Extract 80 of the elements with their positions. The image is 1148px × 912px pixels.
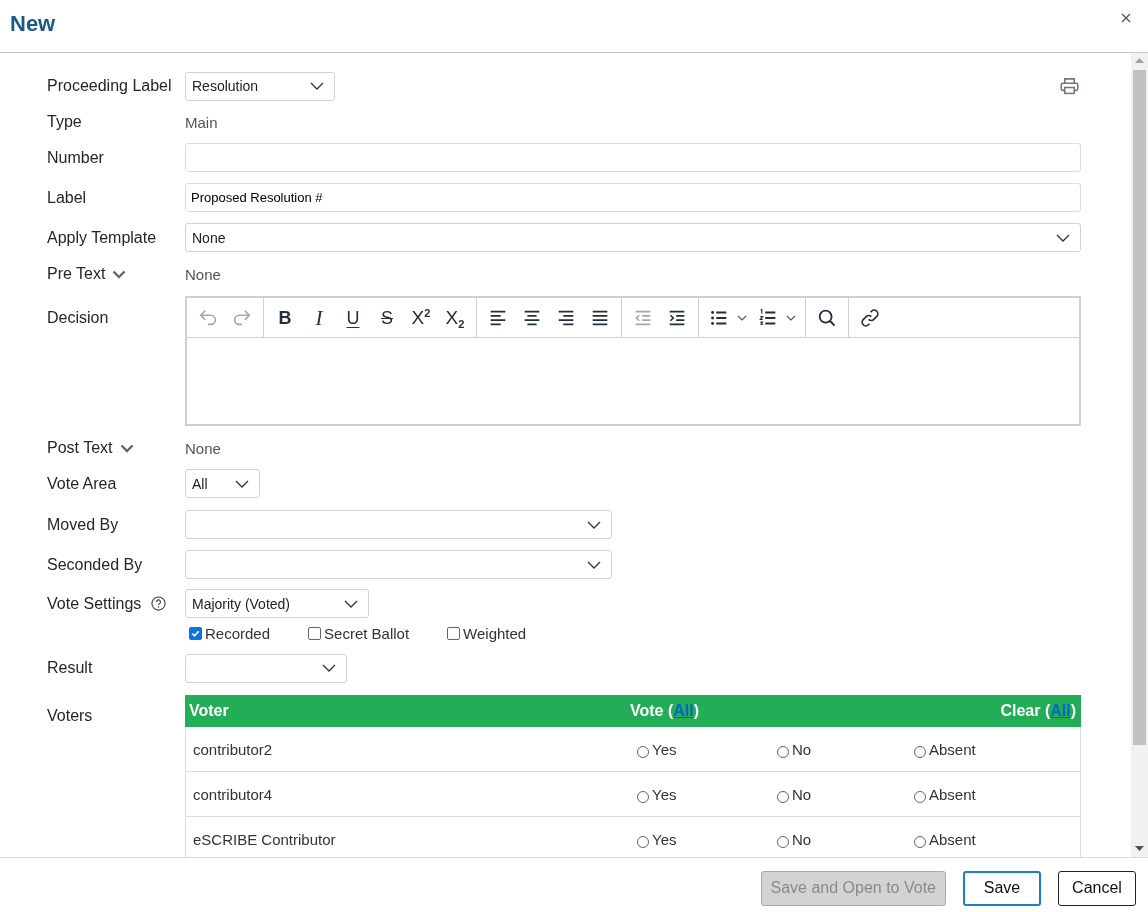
dropdown[interactable]: Resolution bbox=[185, 71, 335, 101]
field-label: Label bbox=[47, 187, 87, 208]
scrollbar-track[interactable] bbox=[1131, 53, 1148, 857]
dropdown[interactable]: All bbox=[185, 469, 260, 498]
checkbox[interactable] bbox=[447, 626, 461, 640]
printer-icon[interactable] bbox=[1060, 77, 1079, 95]
chevron-down-icon bbox=[322, 664, 336, 672]
radio-label: No bbox=[792, 740, 812, 758]
radio-button[interactable] bbox=[914, 745, 926, 758]
field-label: Type bbox=[47, 112, 82, 132]
link-icon[interactable] bbox=[859, 306, 881, 329]
scroll-down-arrow-icon[interactable] bbox=[1135, 846, 1144, 851]
dialog-title: New bbox=[10, 10, 56, 38]
strikethrough-button[interactable]: S bbox=[370, 301, 404, 334]
chevron-down-icon bbox=[235, 479, 249, 488]
field-label: Post Text bbox=[47, 438, 113, 458]
field-label: Decision bbox=[47, 308, 109, 328]
primary-button[interactable]: Save bbox=[963, 870, 1041, 906]
column-header: Clear (All) bbox=[1000, 702, 1076, 720]
secondary-button[interactable]: Cancel bbox=[1058, 870, 1136, 906]
scrollbar-thumb[interactable] bbox=[1133, 70, 1146, 745]
field-label: Apply Template bbox=[47, 227, 157, 248]
checkbox[interactable] bbox=[308, 626, 322, 640]
text-input[interactable]: Proposed Resolution # bbox=[185, 183, 1081, 212]
italic-button[interactable]: I bbox=[302, 301, 336, 334]
field-label: Pre Text bbox=[47, 264, 106, 284]
column-header: Voter bbox=[189, 702, 229, 720]
radio-button[interactable] bbox=[637, 835, 649, 848]
radio-button[interactable] bbox=[914, 790, 926, 803]
field-label: Number bbox=[47, 147, 104, 168]
chevron-down-icon bbox=[587, 560, 601, 569]
bold-button[interactable]: B bbox=[268, 301, 302, 334]
radio-label: Absent bbox=[929, 740, 976, 758]
chevron-down-icon[interactable] bbox=[119, 443, 134, 453]
caret-down-icon[interactable] bbox=[786, 314, 796, 321]
underline-button[interactable]: U bbox=[336, 301, 370, 334]
radio-button[interactable] bbox=[777, 835, 789, 848]
voter-name: contributor2 bbox=[192, 740, 273, 758]
checkbox-label: Weighted bbox=[463, 624, 527, 642]
checkbox[interactable] bbox=[189, 626, 202, 640]
column-header: Vote (All) bbox=[630, 702, 700, 720]
radio-label: No bbox=[792, 785, 812, 803]
chevron-down-icon bbox=[587, 520, 601, 529]
text-input[interactable] bbox=[185, 143, 1081, 172]
field-label: Voters bbox=[47, 706, 93, 726]
dropdown[interactable]: None bbox=[185, 223, 1081, 252]
close-icon[interactable] bbox=[1121, 13, 1131, 23]
field-label: Seconded By bbox=[47, 554, 143, 575]
field-value: None bbox=[185, 439, 221, 457]
chevron-down-icon bbox=[344, 599, 358, 608]
voter-name: contributor4 bbox=[192, 785, 273, 803]
field-label: Vote Settings bbox=[47, 593, 142, 614]
voter-name: eSCRIBE Contributor bbox=[192, 830, 336, 848]
field-label: Moved By bbox=[47, 514, 119, 535]
radio-label: Absent bbox=[929, 785, 976, 803]
chevron-down-icon bbox=[310, 82, 324, 90]
help-icon[interactable] bbox=[151, 596, 167, 611]
subscript-button[interactable]: X$_{2}$ bbox=[438, 301, 472, 334]
radio-button[interactable] bbox=[637, 790, 649, 803]
superscript-button[interactable]: X$^{2}$ bbox=[404, 301, 438, 334]
field-value: None bbox=[185, 265, 221, 283]
radio-label: Yes bbox=[652, 785, 677, 803]
caret-down-icon[interactable] bbox=[737, 314, 747, 321]
field-value: Main bbox=[185, 113, 218, 131]
field-label: Proceeding Label bbox=[47, 76, 172, 96]
radio-label: Yes bbox=[652, 740, 677, 758]
radio-button[interactable] bbox=[914, 835, 926, 848]
checkbox-label: Recorded bbox=[205, 624, 271, 642]
radio-button[interactable] bbox=[777, 790, 789, 803]
radio-label: Absent bbox=[929, 830, 976, 848]
checkbox-label: Secret Ballot bbox=[324, 624, 410, 642]
chevron-down-icon bbox=[1056, 233, 1070, 242]
radio-label: Yes bbox=[652, 830, 677, 848]
field-label: Result bbox=[47, 658, 93, 678]
radio-label: No bbox=[792, 830, 812, 848]
dropdown[interactable]: Majority (Voted) bbox=[185, 589, 369, 618]
radio-button[interactable] bbox=[637, 745, 649, 758]
radio-button[interactable] bbox=[777, 745, 789, 758]
chevron-down-icon[interactable] bbox=[112, 269, 127, 279]
field-label: Vote Area bbox=[47, 473, 117, 494]
